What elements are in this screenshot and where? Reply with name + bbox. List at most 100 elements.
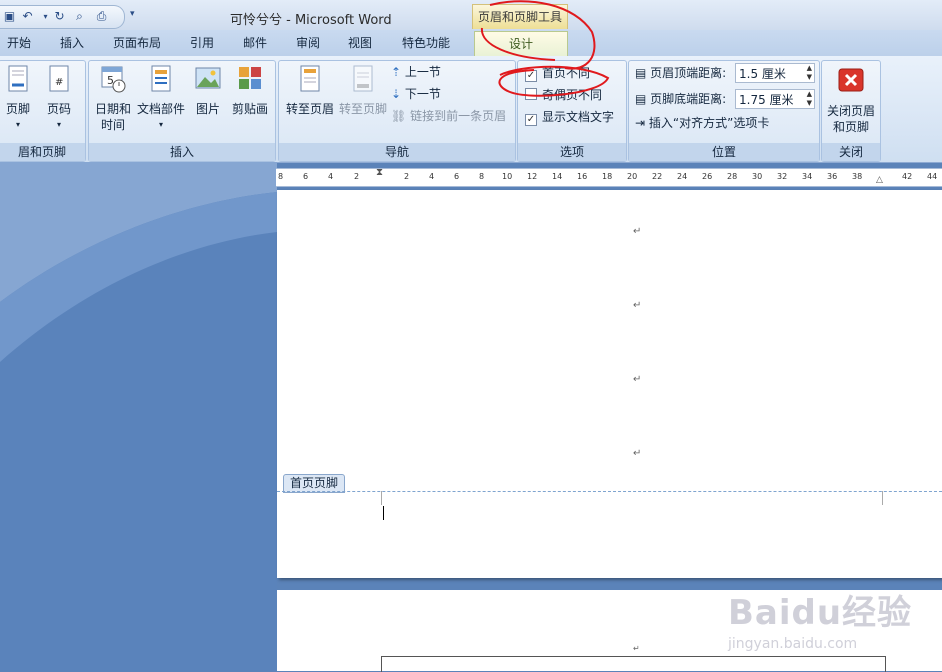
right-indent-marker-icon[interactable]: △ [876,175,883,185]
ruler-tick: 4 [429,172,435,181]
svg-text:#: # [55,77,63,88]
alignment-tab-icon: ⇥ [635,116,646,130]
close-icon [838,68,864,92]
next-section-icon: ⇣ [391,87,402,101]
footer-boundary-line [277,491,942,492]
horizontal-ruler[interactable]: 8 6 4 2 2 4 6 8 10 12 14 16 18 20 22 24 … [276,167,942,187]
group-label-close: 关闭 [822,143,880,161]
group-label-navigation: 导航 [279,143,515,161]
baidu-watermark: Baidu经验 jingyan.baidu.com [728,585,928,665]
footer-distance-input[interactable]: 1.75 厘米 ▲ ▼ [735,89,815,109]
show-document-text-checkbox[interactable]: ✓ 显示文档文字 [525,108,614,126]
margin-corner-mark [381,491,382,505]
group-position: ▤ 页眉顶端距离: 1.5 厘米 ▲ ▼ ▤ 页脚底端距离: 1.75 厘米 ▲ ▼ ⇥… [628,60,820,162]
goto-header-button[interactable]: 转至页眉 [283,65,337,117]
tab-mailings[interactable]: 邮件 [243,34,267,51]
close-header-footer-button[interactable]: 关闭页眉 和页脚 [822,67,880,135]
indent-marker-icon[interactable]: ⧗ [376,167,383,178]
paragraph-mark: ↵ [633,374,642,385]
background-swoosh [0,162,277,671]
chevron-down-icon[interactable]: ▾ [38,9,53,24]
window-title: 可怜兮兮 - Microsoft Word [230,13,392,28]
document-parts-button[interactable]: 文档部件 ▾ [135,65,187,133]
ruler-tick: 42 [902,172,913,181]
tab-references[interactable]: 引用 [190,34,214,51]
document-page[interactable]: ↵ ↵ ↵ ↵ [277,190,942,578]
group-header-footer: 页脚 ▾ # 页码 ▾ 眉和页脚 [0,60,86,162]
ruler-tick: 4 [328,172,334,181]
paragraph-mark: ↵ [633,644,640,653]
next-section-button[interactable]: ⇣ 下一节 [391,85,441,103]
clipart-button[interactable]: 剪贴画 [229,65,271,117]
paragraph-mark: ↵ [633,300,642,311]
paragraph-mark: ↵ [633,226,642,237]
header-top-distance-label: ▤ 页眉顶端距离: [635,66,727,80]
save-icon[interactable]: ▣ [2,9,17,24]
group-insert: 5 日期和 时间 文档部件 ▾ 图片 剪贴画 插入 [88,60,276,162]
ruler-tick: 44 [927,172,938,181]
ruler-tick: 18 [602,172,613,181]
tab-page-layout[interactable]: 页面布局 [113,34,161,51]
document-parts-icon [151,65,171,92]
footer-bottom-distance-label: ▤ 页脚底端距离: [635,92,727,106]
ruler-tick: 6 [303,172,309,181]
ruler-tick: 8 [479,172,485,181]
previous-section-button[interactable]: ⇡ 上一节 [391,63,441,81]
ruler-tick: 22 [652,172,663,181]
ruler-tick: 2 [354,172,360,181]
group-label-position: 位置 [629,143,819,161]
ruler-tick: 28 [727,172,738,181]
group-label-insert: 插入 [89,143,275,161]
tab-home[interactable]: 开始 [7,34,31,51]
footer-icon [8,65,28,92]
redo-icon[interactable]: ↻ [52,9,67,24]
spinner-arrows-icon[interactable]: ▲ ▼ [807,64,812,82]
watermark-url: jingyan.baidu.com [728,636,858,652]
group-close: 关闭页眉 和页脚 关闭 [821,60,881,162]
ruler-tick: 36 [827,172,838,181]
print-icon[interactable]: ⎙ [94,9,109,24]
ruler-tick: 32 [777,172,788,181]
customize-qat-icon[interactable]: ▾ [130,9,135,19]
watermark-brand: Baidu经验 [728,593,913,633]
ruler-tick: 26 [702,172,713,181]
insert-alignment-tab-button[interactable]: ⇥ 插入“对齐方式”选项卡 [635,114,769,132]
text-cursor [383,506,384,520]
ruler-tick: 10 [502,172,513,181]
ruler-tick: 34 [802,172,813,181]
undo-icon[interactable]: ↶ [20,9,35,24]
ruler-tick: 14 [552,172,563,181]
clipart-icon [239,67,261,89]
tab-insert[interactable]: 插入 [60,34,84,51]
goto-footer-button[interactable]: 转至页脚 [337,65,389,117]
ruler-tick: 16 [577,172,588,181]
spinner-arrows-icon[interactable]: ▲ ▼ [807,90,812,108]
ruler-tick: 8 [278,172,284,181]
picture-icon [195,67,221,89]
group-label-options: 选项 [518,143,626,161]
footer-button[interactable]: 页脚 ▾ [1,65,35,133]
previous-section-icon: ⇡ [391,65,402,79]
group-label-header-footer: 眉和页脚 [0,143,85,161]
tab-view[interactable]: 视图 [348,34,372,51]
margin-corner-mark [882,491,883,505]
picture-button[interactable]: 图片 [191,65,225,117]
ruler-tick: 24 [677,172,688,181]
ruler-tick: 6 [454,172,460,181]
link-to-previous-button[interactable]: ⛓ 链接到前一条页眉 [391,107,506,125]
tab-review[interactable]: 审阅 [296,34,320,51]
quick-access-toolbar: ▣ ↶ ▾ ↻ ⌕ ⎙ [0,5,125,29]
header-distance-input[interactable]: 1.5 厘米 ▲ ▼ [735,63,815,83]
tab-special[interactable]: 特色功能 [402,34,450,51]
calendar-clock-icon: 5 [101,66,126,93]
page-number-icon: # [49,65,69,92]
link-icon: ⛓ [391,109,407,123]
ruler-tick: 38 [852,172,863,181]
ruler-tick: 30 [752,172,763,181]
goto-footer-icon [353,65,373,92]
page-number-button[interactable]: # 页码 ▾ [41,65,77,133]
header-distance-icon: ▤ [635,66,647,80]
print-preview-icon[interactable]: ⌕ [72,9,87,24]
ruler-tick: 20 [627,172,638,181]
date-time-button[interactable]: 5 日期和 时间 [93,65,133,133]
